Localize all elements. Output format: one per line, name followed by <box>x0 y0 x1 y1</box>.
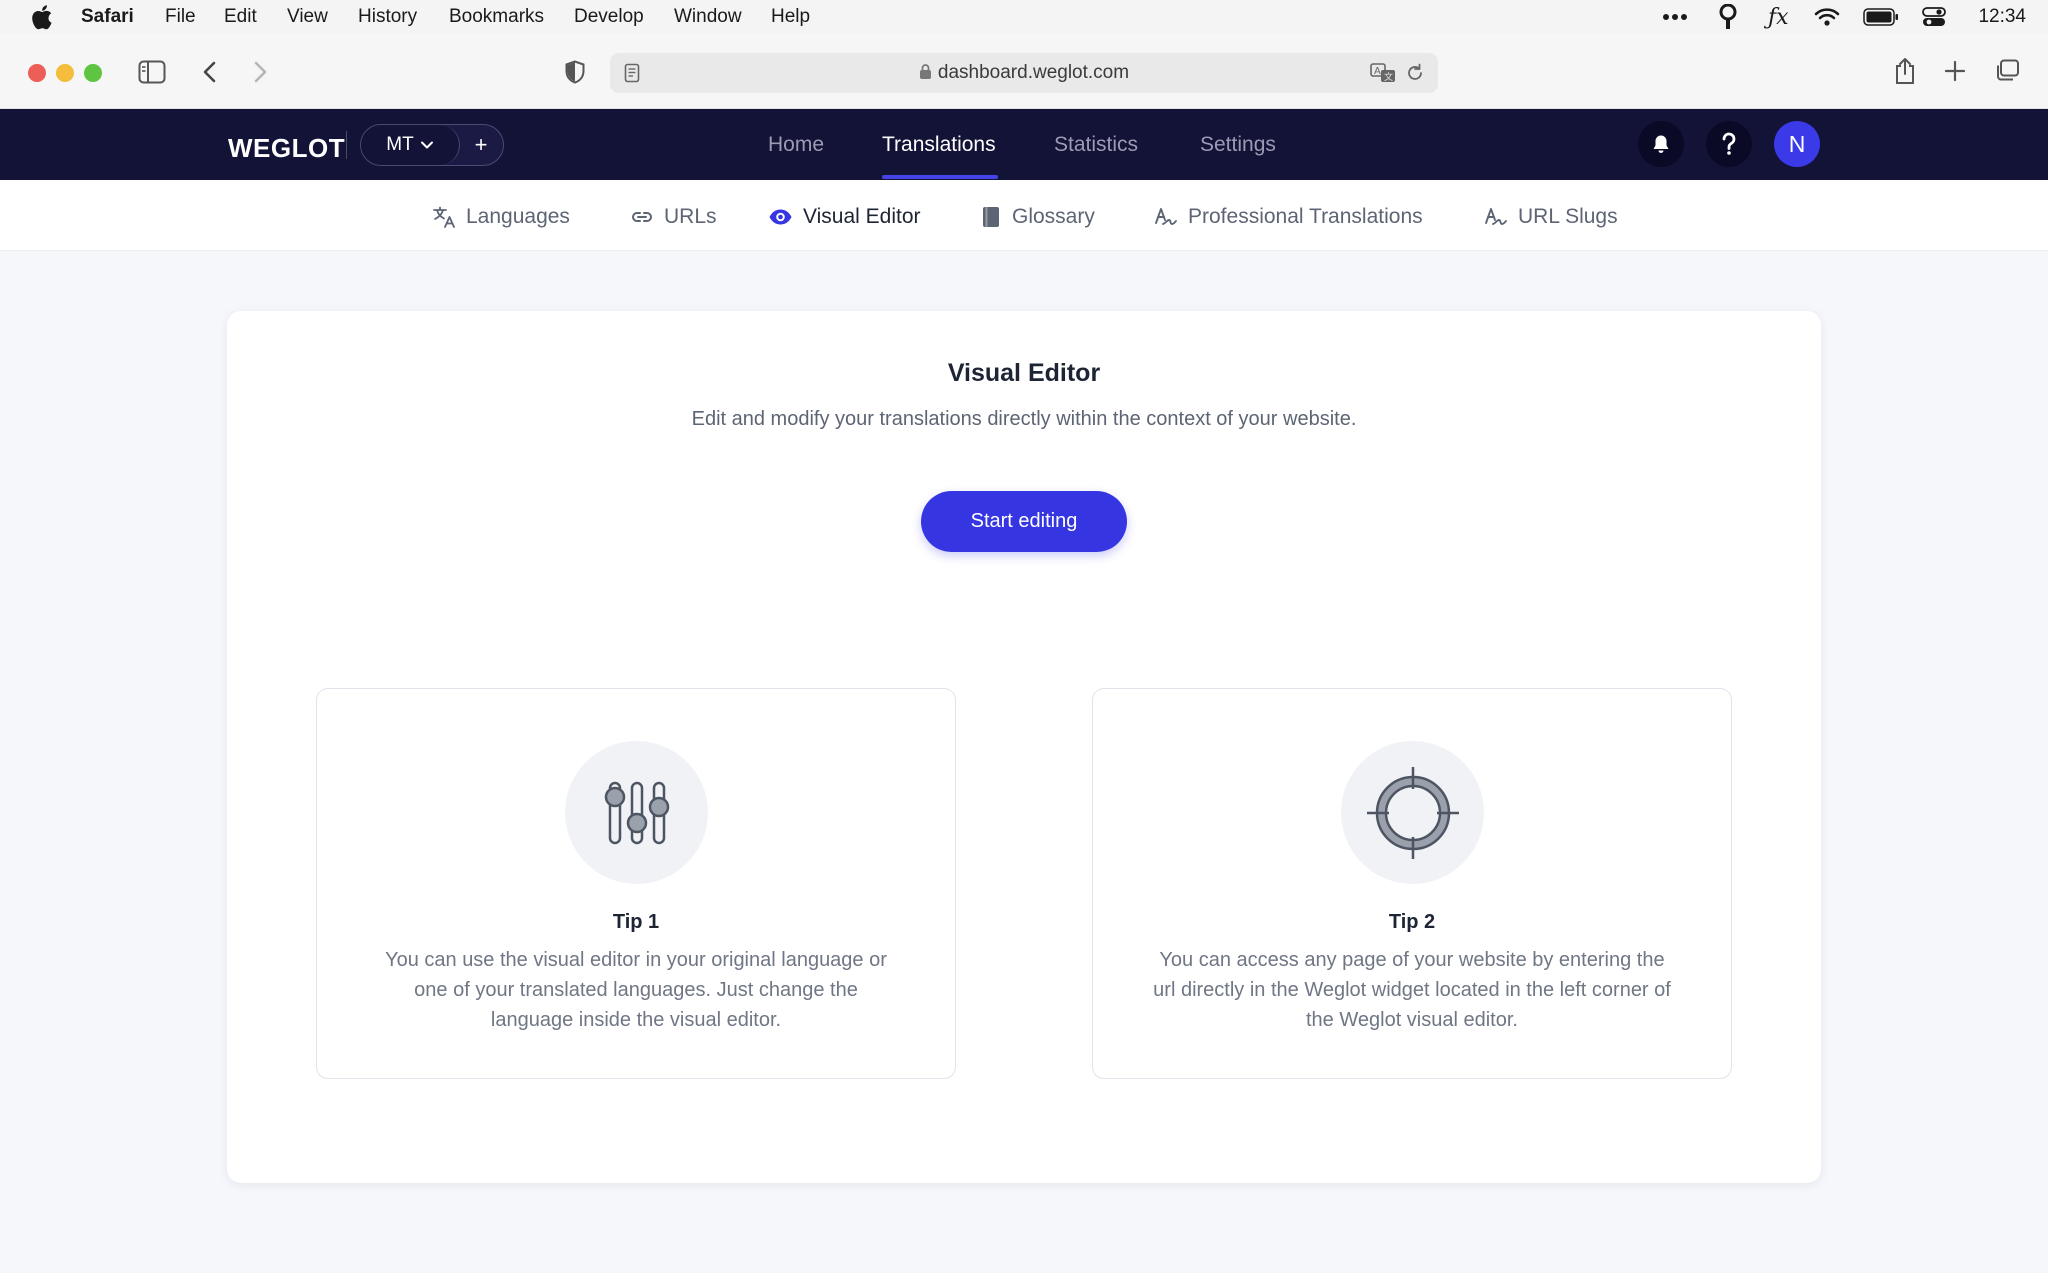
url-text: dashboard.weglot.com <box>937 62 1130 83</box>
project-name: MT <box>386 134 414 155</box>
share-icon[interactable] <box>1894 57 1916 85</box>
nav-settings[interactable]: Settings <box>1200 133 1276 157</box>
subnav-professional-translations-label: Professional Translations <box>1188 205 1423 228</box>
translate-page-icon[interactable]: A文 <box>1370 62 1396 84</box>
wifi-icon[interactable] <box>1814 4 1840 30</box>
tip-2-text: You can access any page of your website … <box>1153 949 1671 1031</box>
new-tab-icon[interactable] <box>1944 60 1966 82</box>
book-icon <box>983 207 999 227</box>
url-display[interactable]: dashboard.weglot.com <box>610 62 1438 84</box>
menu-view[interactable]: View <box>287 6 328 28</box>
nav-home[interactable]: Home <box>768 133 824 157</box>
zoom-window-button[interactable] <box>84 64 102 82</box>
bell-icon <box>1653 135 1669 153</box>
active-nav-indicator <box>882 175 998 179</box>
translate-icon <box>433 206 455 228</box>
svg-text:文: 文 <box>1384 71 1393 83</box>
tip-1-icon-circle <box>565 741 708 884</box>
project-switcher: MT + <box>360 124 504 166</box>
menu-file[interactable]: File <box>165 6 196 28</box>
tip-card-1: Tip 1 You can use the visual editor in y… <box>316 688 956 1079</box>
nav-translations[interactable]: Translations <box>882 133 996 157</box>
subnav-url-slugs-label: URL Slugs <box>1518 205 1618 228</box>
fx-icon[interactable]: ƒx <box>1768 4 1789 30</box>
question-icon <box>1722 132 1736 155</box>
tip-2-icon-circle <box>1341 741 1484 884</box>
apple-icon[interactable] <box>28 3 54 31</box>
sidebar-toggle-icon[interactable] <box>138 60 166 84</box>
tip-1-text: You can use the visual editor in your or… <box>385 949 887 1031</box>
forward-icon[interactable] <box>250 60 270 84</box>
subnav-professional-translations[interactable]: Professional Translations <box>1154 204 1423 230</box>
privacy-shield-icon[interactable] <box>564 60 586 84</box>
project-select-button[interactable]: MT <box>361 125 460 165</box>
menu-edit[interactable]: Edit <box>224 6 257 28</box>
tip-1-title: Tip 1 <box>612 911 660 933</box>
app-header: WEGLOT MT + Home Translations Statistics… <box>0 109 2048 180</box>
notifications-button[interactable] <box>1638 121 1684 167</box>
macos-menu-bar: Safari File Edit View History Bookmarks … <box>0 0 2048 34</box>
menu-app-name[interactable]: Safari <box>81 6 134 28</box>
tip-2-title: Tip 2 <box>1388 911 1436 933</box>
header-divider <box>346 131 347 159</box>
page-subtitle: Edit and modify your translations direct… <box>691 408 1357 430</box>
subnav-glossary-label: Glossary <box>1012 205 1095 228</box>
link-icon <box>632 212 652 222</box>
visual-editor-card: Visual Editor Edit and modify your trans… <box>227 311 1821 1183</box>
password-icon[interactable] <box>1718 4 1738 30</box>
menu-history[interactable]: History <box>358 6 417 28</box>
menu-develop[interactable]: Develop <box>574 6 644 28</box>
subnav-glossary[interactable]: Glossary <box>980 204 1095 230</box>
address-bar[interactable]: dashboard.weglot.com A文 <box>610 53 1438 93</box>
slug-icon <box>1485 208 1507 225</box>
target-icon <box>1366 766 1459 859</box>
signature-icon <box>1155 208 1177 225</box>
subnav-visual-editor[interactable]: Visual Editor <box>768 204 921 230</box>
svg-text:A: A <box>1374 66 1381 77</box>
page-title: Visual Editor <box>947 359 1101 387</box>
eye-icon <box>769 209 792 225</box>
add-project-button[interactable]: + <box>459 125 503 165</box>
menu-help[interactable]: Help <box>771 6 810 28</box>
menu-window[interactable]: Window <box>674 6 742 28</box>
subnav-languages[interactable]: Languages <box>432 204 570 230</box>
tab-overview-icon[interactable] <box>1994 59 2020 83</box>
tip-card-2: Tip 2 You can access any page of your we… <box>1092 688 1732 1079</box>
weglot-logo[interactable]: WEGLOT <box>228 133 345 164</box>
minimize-window-button[interactable] <box>56 64 74 82</box>
close-window-button[interactable] <box>28 64 46 82</box>
chevron-down-icon <box>420 141 433 149</box>
help-button[interactable] <box>1706 121 1752 167</box>
more-icon[interactable] <box>1662 4 1688 30</box>
subnav-urls-label: URLs <box>664 205 717 228</box>
subnav-url-slugs[interactable]: URL Slugs <box>1484 204 1618 230</box>
control-center-icon[interactable] <box>1922 4 1946 30</box>
reload-icon[interactable] <box>1406 63 1424 83</box>
menu-clock: 12:34 <box>1978 6 2026 27</box>
user-avatar[interactable]: N <box>1774 121 1820 167</box>
start-editing-button[interactable]: Start editing <box>921 491 1127 552</box>
back-icon[interactable] <box>200 60 220 84</box>
subnav-visual-editor-label: Visual Editor <box>803 205 921 228</box>
lock-icon <box>919 64 931 79</box>
sub-navigation: Languages URLs Visual Editor Glossary Pr… <box>0 180 2048 251</box>
nav-statistics[interactable]: Statistics <box>1054 133 1138 157</box>
menu-bookmarks[interactable]: Bookmarks <box>449 6 544 28</box>
sliders-icon <box>604 781 669 844</box>
subnav-languages-label: Languages <box>466 205 570 228</box>
battery-icon[interactable] <box>1863 4 1899 30</box>
subnav-urls[interactable]: URLs <box>630 204 717 230</box>
